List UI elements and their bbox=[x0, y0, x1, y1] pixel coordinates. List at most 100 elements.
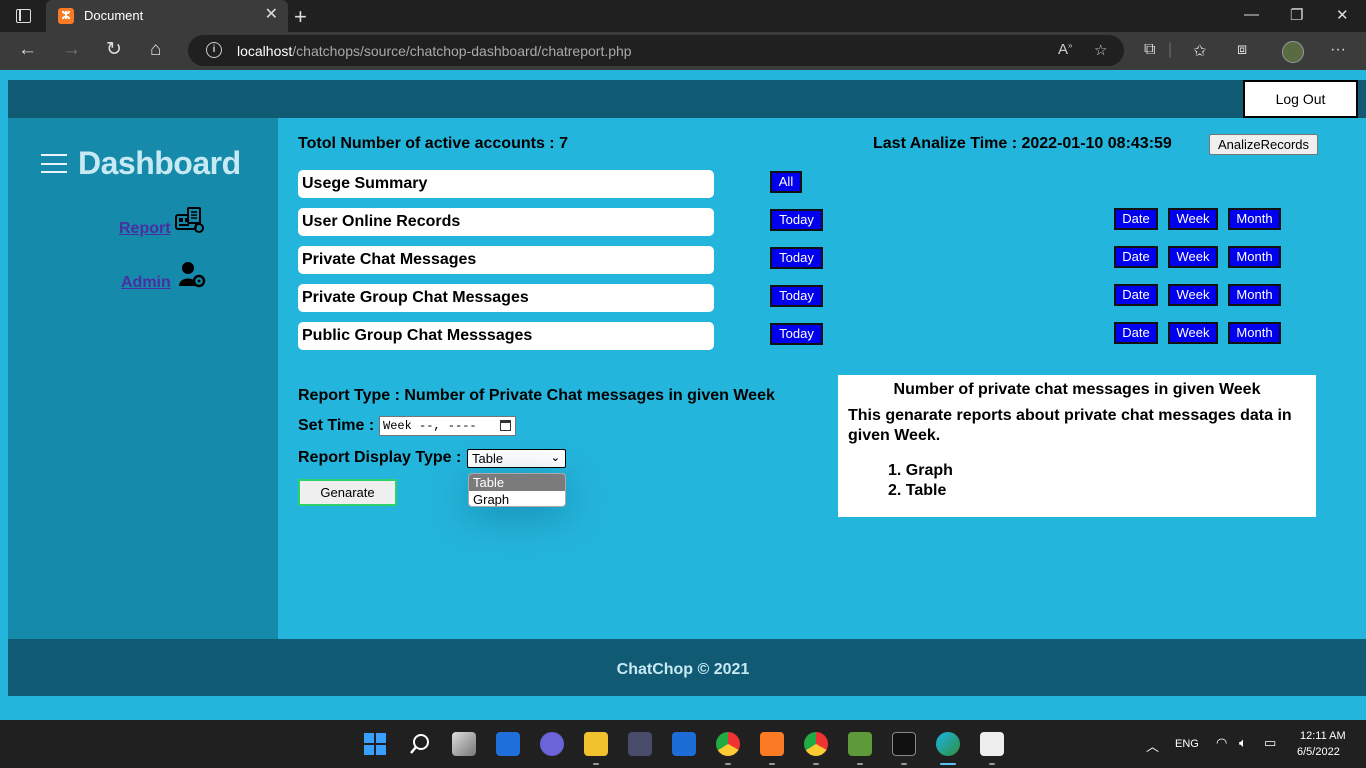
running-indicator bbox=[813, 763, 819, 765]
display-type-label: Report Display Type : bbox=[298, 449, 462, 466]
sidebar-item-admin[interactable]: Admin bbox=[121, 274, 171, 292]
extensions-icon[interactable]: ⧉ bbox=[1144, 41, 1155, 59]
language-indicator[interactable]: ENG bbox=[1175, 738, 1199, 750]
info-title: Number of private chat messages in given… bbox=[893, 381, 1261, 398]
app-blue-icon[interactable] bbox=[672, 732, 696, 756]
public-group-today-button[interactable]: Today bbox=[770, 323, 823, 345]
user-online-week-button[interactable]: Week bbox=[1168, 208, 1218, 230]
browser-tab-bar: ⵣ Document ✕ + — ❐ ✕ bbox=[0, 0, 1366, 32]
hamburger-menu-icon[interactable] bbox=[41, 154, 67, 173]
clock-date[interactable]: 6/5/2022 bbox=[1297, 746, 1340, 758]
private-group-today-button[interactable]: Today bbox=[770, 285, 823, 307]
wifi-icon[interactable]: ◠ bbox=[1216, 735, 1227, 751]
restore-icon[interactable]: ❐ bbox=[1290, 6, 1303, 24]
user-online-date-button[interactable]: Date bbox=[1114, 208, 1158, 230]
new-tab-icon[interactable]: + bbox=[294, 4, 307, 30]
back-icon[interactable]: ← bbox=[18, 39, 37, 61]
chrome-profile-icon[interactable] bbox=[804, 732, 828, 756]
favorites-icon[interactable]: ✩ bbox=[1193, 41, 1206, 61]
last-analize-time: Last Analize Time : 2022-01-10 08:43:59 bbox=[873, 135, 1172, 152]
report-private-chat[interactable]: Private Chat Messages bbox=[298, 246, 714, 274]
xampp-icon[interactable] bbox=[760, 732, 784, 756]
report-public-group-chat[interactable]: Public Group Chat Messsages bbox=[298, 322, 714, 350]
close-window-icon[interactable]: ✕ bbox=[1336, 6, 1349, 24]
report-private-group-chat[interactable]: Private Group Chat Messages bbox=[298, 284, 714, 312]
home-icon[interactable]: ⌂ bbox=[150, 39, 161, 61]
refresh-icon[interactable]: ↻ bbox=[106, 39, 122, 61]
notepad-plus-icon[interactable] bbox=[848, 732, 872, 756]
running-indicator bbox=[593, 763, 599, 765]
minimize-icon[interactable]: — bbox=[1244, 6, 1259, 23]
app-moon-icon[interactable] bbox=[628, 732, 652, 756]
calendar-icon[interactable] bbox=[500, 420, 511, 431]
os-taskbar: ︿ ENG ◠ 🔈︎ ▭ 12:11 AM 6/5/2022 bbox=[0, 720, 1366, 768]
private-chat-today-button[interactable]: Today bbox=[770, 247, 823, 269]
task-view-icon[interactable] bbox=[452, 732, 476, 756]
tab-actions-icon[interactable] bbox=[16, 9, 31, 23]
battery-icon[interactable]: ▭ bbox=[1264, 735, 1276, 751]
page-header bbox=[8, 80, 1366, 118]
info-item-graph: 1. Graph bbox=[888, 462, 953, 479]
favorite-star-icon[interactable]: ☆ bbox=[1094, 41, 1107, 59]
edge-icon[interactable] bbox=[936, 732, 960, 756]
report-usage-summary[interactable]: Usege Summary bbox=[298, 170, 714, 198]
generate-button[interactable]: Genarate bbox=[298, 479, 397, 506]
running-indicator bbox=[769, 763, 775, 765]
user-online-month-button[interactable]: Month bbox=[1228, 208, 1281, 230]
logout-button[interactable]: Log Out bbox=[1243, 80, 1358, 118]
site-info-icon[interactable]: i bbox=[206, 42, 222, 58]
collections-icon[interactable]: ⧈ bbox=[1237, 41, 1247, 59]
private-chat-date-button[interactable]: Date bbox=[1114, 246, 1158, 268]
week-input[interactable]: Week --, ---- bbox=[379, 416, 516, 436]
public-group-month-button[interactable]: Month bbox=[1228, 322, 1281, 344]
chat-icon[interactable] bbox=[540, 732, 564, 756]
tab-title: Document bbox=[84, 8, 144, 23]
terminal-icon[interactable] bbox=[892, 732, 916, 756]
private-chat-week-button[interactable]: Week bbox=[1168, 246, 1218, 268]
close-tab-icon[interactable]: ✕ bbox=[265, 6, 278, 24]
info-item-table: 2. Table bbox=[888, 482, 947, 499]
info-description: This genarate reports about private chat… bbox=[848, 407, 1292, 444]
widgets-icon[interactable] bbox=[496, 732, 520, 756]
analize-records-button[interactable]: AnalizeRecords bbox=[1209, 134, 1318, 155]
read-aloud-icon[interactable]: A» bbox=[1058, 41, 1072, 58]
footer-text: ChatChop © 2021 bbox=[616, 661, 750, 678]
public-group-week-button[interactable]: Week bbox=[1168, 322, 1218, 344]
url-text: localhost/chatchops/source/chatchop-dash… bbox=[237, 43, 632, 59]
private-group-date-button[interactable]: Date bbox=[1114, 284, 1158, 306]
snipping-tool-icon[interactable] bbox=[980, 732, 1004, 756]
start-icon[interactable] bbox=[363, 732, 387, 756]
display-type-dropdown: Table Graph bbox=[468, 473, 566, 507]
running-indicator bbox=[725, 763, 731, 765]
running-indicator bbox=[989, 763, 995, 765]
report-info-panel: Number of private chat messages in given… bbox=[838, 375, 1316, 517]
clock-time[interactable]: 12:11 AM bbox=[1300, 730, 1346, 742]
xampp-favicon-icon: ⵣ bbox=[58, 8, 74, 24]
forward-icon[interactable]: → bbox=[62, 39, 81, 61]
option-graph[interactable]: Graph bbox=[469, 491, 565, 506]
browser-tab[interactable]: ⵣ Document ✕ bbox=[46, 0, 288, 32]
running-indicator bbox=[901, 763, 907, 765]
private-group-month-button[interactable]: Month bbox=[1228, 284, 1281, 306]
running-indicator bbox=[857, 763, 863, 765]
all-button[interactable]: All bbox=[770, 171, 802, 193]
address-bar[interactable]: i localhost/chatchops/source/chatchop-da… bbox=[188, 35, 1124, 66]
search-icon[interactable] bbox=[408, 732, 432, 756]
file-explorer-icon[interactable] bbox=[584, 732, 608, 756]
public-group-date-button[interactable]: Date bbox=[1114, 322, 1158, 344]
profile-avatar[interactable] bbox=[1282, 41, 1304, 63]
chevron-down-icon: ⌄ bbox=[550, 452, 560, 464]
private-group-week-button[interactable]: Week bbox=[1168, 284, 1218, 306]
display-type-select[interactable]: Table ⌄ bbox=[467, 449, 566, 468]
dashboard-title: Dashboard bbox=[78, 145, 241, 181]
user-online-today-button[interactable]: Today bbox=[770, 209, 823, 231]
chrome-icon[interactable] bbox=[716, 732, 740, 756]
show-hidden-icons-icon[interactable]: ︿ bbox=[1146, 736, 1159, 755]
private-chat-month-button[interactable]: Month bbox=[1228, 246, 1281, 268]
more-menu-icon[interactable]: ··· bbox=[1330, 41, 1346, 59]
option-table[interactable]: Table bbox=[469, 474, 565, 491]
report-user-online[interactable]: User Online Records bbox=[298, 208, 714, 236]
page-footer: ChatChop © 2021 bbox=[8, 639, 1366, 696]
volume-icon[interactable]: 🔈︎ bbox=[1239, 735, 1247, 751]
sidebar-item-report[interactable]: Report bbox=[119, 220, 171, 238]
